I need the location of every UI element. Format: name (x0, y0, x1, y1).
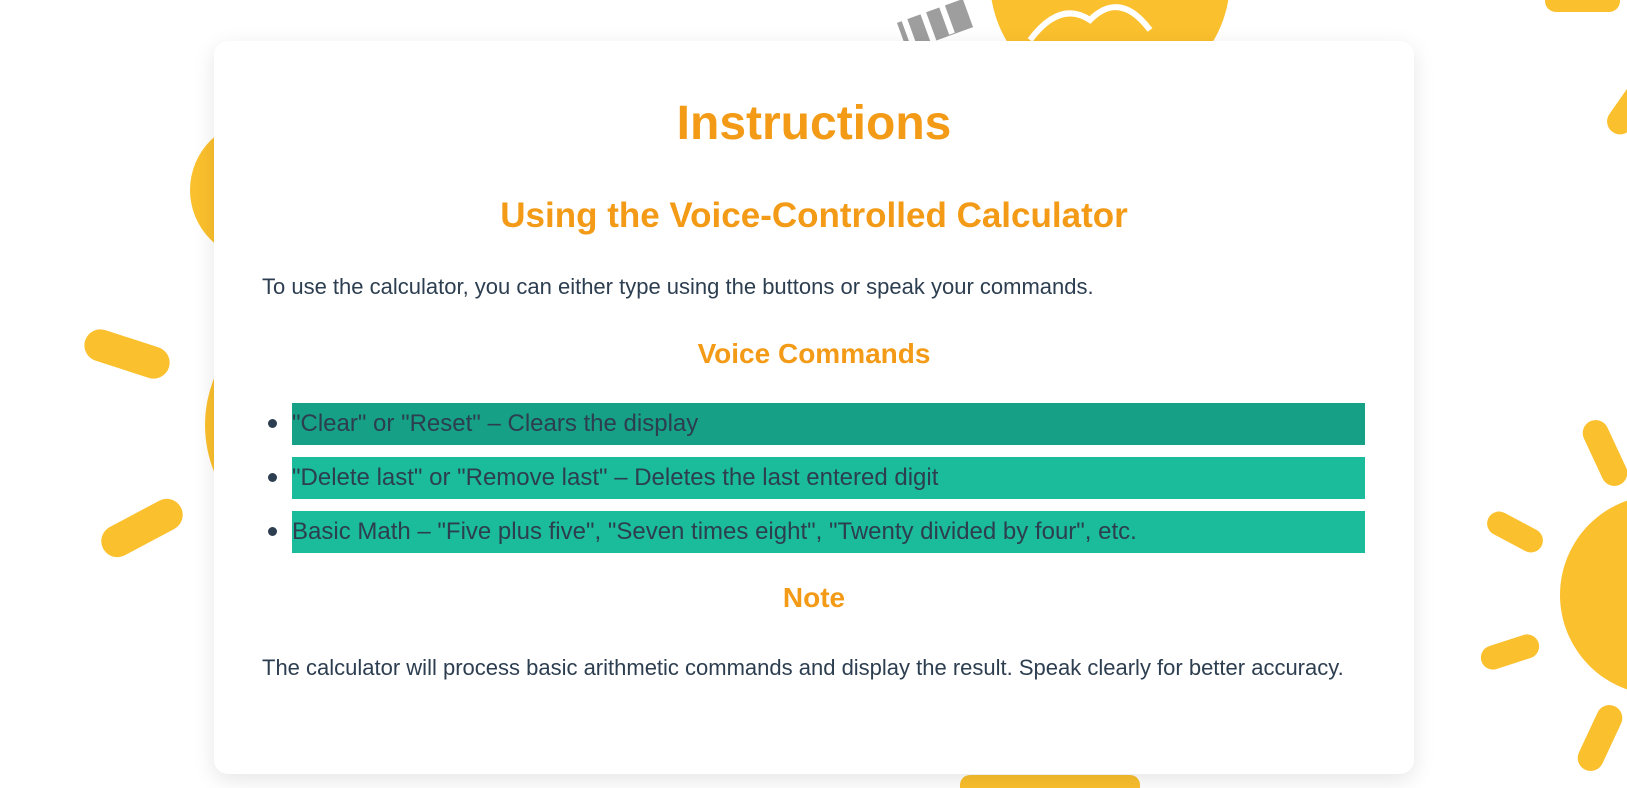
bullet-icon (268, 473, 277, 482)
command-text: "Delete last" or "Remove last" – Deletes… (292, 457, 1365, 499)
bullet-icon (268, 527, 277, 536)
command-text: "Clear" or "Reset" – Clears the display (292, 403, 1365, 445)
page-title: Instructions (676, 97, 952, 150)
page-subtitle: Using the Voice-Controlled Calculator (500, 196, 1128, 235)
note-heading: Note (782, 582, 846, 613)
list-item[interactable]: Basic Math – "Five plus five", "Seven ti… (262, 511, 1365, 553)
voice-commands-list: "Clear" or "Reset" – Clears the display … (262, 403, 1365, 565)
intro-text: To use the calculator, you can either ty… (262, 274, 1094, 299)
voice-commands-heading: Voice Commands (697, 338, 931, 369)
instructions-card: Instructions Using the Voice-Controlled … (214, 41, 1414, 774)
list-item[interactable]: "Clear" or "Reset" – Clears the display (262, 403, 1365, 445)
note-text: The calculator will process basic arithm… (262, 655, 1344, 680)
command-text: Basic Math – "Five plus five", "Seven ti… (292, 511, 1365, 553)
list-item[interactable]: "Delete last" or "Remove last" – Deletes… (262, 457, 1365, 499)
bullet-icon (268, 419, 277, 428)
